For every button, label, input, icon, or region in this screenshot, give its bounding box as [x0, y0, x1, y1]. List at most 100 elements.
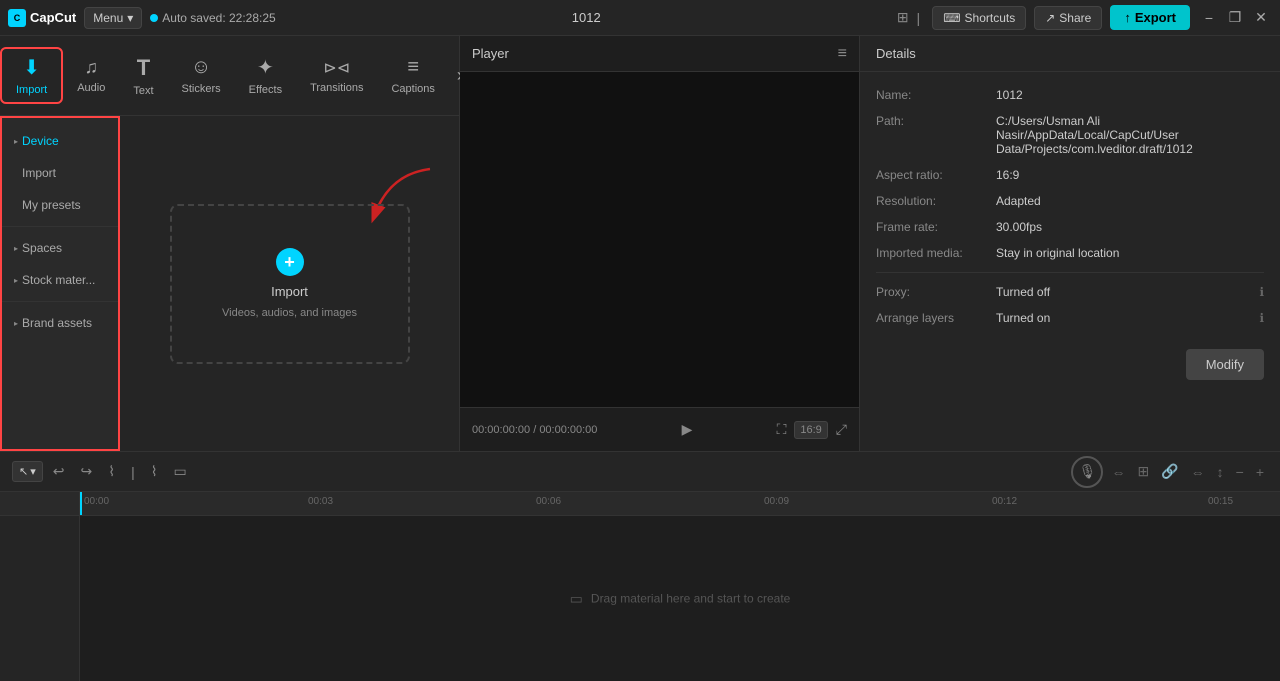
import-sublabel: Videos, audios, and images [222, 307, 357, 319]
sidebar-label-brand: Brand assets [22, 316, 92, 330]
autosave-text: Auto saved: 22:28:25 [162, 11, 275, 25]
audio-icon: ♫ [85, 57, 99, 78]
lock-button[interactable]: 🔗 [1157, 459, 1182, 484]
play-button[interactable]: ▶ [682, 421, 693, 438]
import-drop-zone[interactable]: + Import Videos, audios, and images [170, 204, 410, 364]
tab-stickers-label: Stickers [182, 83, 221, 95]
maximize-button[interactable]: ❐ [1224, 7, 1246, 29]
player-title: Player [472, 46, 509, 61]
titlebar: C CapCut Menu ▾ Auto saved: 22:28:25 101… [0, 0, 1280, 36]
path-label: Path: [876, 114, 996, 128]
magnet-button[interactable]: ⊞ [1133, 459, 1153, 484]
sidebar-label-presets: My presets [22, 198, 81, 212]
aspect-value: 16:9 [996, 168, 1264, 182]
close-button[interactable]: ✕ [1250, 7, 1272, 29]
player-controls: 00:00:00:00 / 00:00:00:00 ▶ ⛶ 16:9 ⤢ [460, 407, 859, 451]
details-title: Details [876, 46, 916, 61]
sidebar-label-import: Import [22, 166, 56, 180]
details-panel: Details Name: 1012 Path: C:/Users/Usman … [860, 36, 1280, 451]
arrange-info-icon[interactable]: ℹ [1259, 311, 1264, 325]
select-tool[interactable]: ↖ ▾ [12, 461, 43, 482]
shortcuts-button[interactable]: ⌨ Shortcuts [932, 6, 1026, 30]
tab-audio[interactable]: ♫ Audio [63, 51, 119, 100]
left-panel: ⬇ Import ♫ Audio T Text ☺ Stickers ✦ Eff… [0, 36, 460, 451]
menu-button[interactable]: Menu ▾ [84, 7, 142, 29]
modify-button[interactable]: Modify [1186, 349, 1264, 380]
tab-import-label: Import [16, 84, 47, 96]
timeline-left: ↖ ▾ ↩ ↪ ⌇ | ⌇ ▭ [12, 459, 193, 484]
resolution-value: Adapted [996, 194, 1264, 208]
undo-button[interactable]: ↩ [47, 459, 71, 484]
detail-framerate-row: Frame rate: 30.00fps [876, 220, 1264, 234]
export-button[interactable]: ↑ Export [1110, 5, 1190, 30]
logo-icon: C [8, 9, 26, 27]
share-button[interactable]: ↗ Share [1034, 6, 1102, 30]
track-drop-area[interactable]: ▭ Drag material here and start to create [80, 516, 1280, 681]
detail-resolution-row: Resolution: Adapted [876, 194, 1264, 208]
tab-captions-label: Captions [391, 83, 434, 95]
stock-arrow: ▸ [14, 276, 18, 285]
details-divider [876, 272, 1264, 273]
arrange-value: Turned on [996, 311, 1255, 325]
zoom-out-button[interactable]: − [1232, 460, 1248, 484]
details-header: Details [860, 36, 1280, 72]
fullscreen-button[interactable]: ⤢ [836, 421, 847, 439]
tab-import[interactable]: ⬇ Import [0, 47, 63, 104]
sidebar-item-brand[interactable]: ▸ Brand assets [2, 308, 118, 338]
mic-button[interactable]: 🎙 [1071, 456, 1103, 488]
crop-button[interactable]: ▭ [168, 459, 193, 484]
transitions-icon: ⊳⊲ [323, 58, 350, 78]
timeline-right: 🎙 ⇔ ⊞ 🔗 ⇔ ↕ − + [1071, 456, 1268, 488]
tab-audio-label: Audio [77, 82, 105, 94]
detail-media-row: Imported media: Stay in original locatio… [876, 246, 1264, 260]
resolution-label: Resolution: [876, 194, 996, 208]
framerate-value: 30.00fps [996, 220, 1264, 234]
detail-path-row: Path: C:/Users/Usman Ali Nasir/AppData/L… [876, 114, 1264, 156]
link-button[interactable]: ⇔ [1107, 460, 1129, 484]
sidebar-item-spaces[interactable]: ▸ Spaces [2, 233, 118, 263]
ruler-label [0, 492, 79, 516]
titlebar-left: C CapCut Menu ▾ Auto saved: 22:28:25 [8, 7, 276, 29]
minimize-button[interactable]: − [1198, 7, 1220, 29]
tab-stickers[interactable]: ☺ Stickers [168, 50, 235, 101]
spaces-arrow: ▸ [14, 244, 18, 253]
player-menu-button[interactable]: ≡ [838, 45, 847, 63]
select-chevron: ▾ [30, 465, 36, 478]
split-right-button[interactable]: | [125, 460, 141, 484]
detail-arrange-row: Arrange layers Turned on ℹ [876, 311, 1264, 325]
name-label: Name: [876, 88, 996, 102]
tab-effects[interactable]: ✦ Effects [235, 49, 296, 102]
time-current: 00:00:00:00 [472, 424, 530, 436]
ruler-mark-1: 00:03 [308, 496, 333, 507]
ruler-mark-5: 00:15 [1208, 496, 1233, 507]
split-left-button[interactable]: ⌇ [102, 459, 121, 484]
ruler-mark-2: 00:06 [536, 496, 561, 507]
collapse-button[interactable]: ⇔ [1187, 460, 1209, 484]
sidebar-item-import[interactable]: Import [2, 158, 118, 188]
media-value: Stay in original location [996, 246, 1264, 260]
player-viewport [460, 72, 859, 407]
import-label: Import [271, 284, 308, 299]
titlebar-right: ⊞ | ⌨ Shortcuts ↗ Share ↑ Export − ❐ ✕ [897, 5, 1272, 30]
trim-button[interactable]: ⌇ [145, 459, 164, 484]
details-content: Name: 1012 Path: C:/Users/Usman Ali Nasi… [860, 72, 1280, 451]
tab-captions[interactable]: ≡ Captions [377, 50, 448, 101]
zoom-in-button[interactable]: + [1252, 460, 1268, 484]
tab-transitions[interactable]: ⊳⊲ Transitions [296, 52, 377, 100]
sidebar-divider [2, 226, 118, 227]
sidebar-nav: ▸ Device Import My presets ▸ Spaces ▸ St… [0, 116, 120, 451]
layout-icon[interactable]: ⊞ [897, 9, 909, 26]
sidebar-item-device[interactable]: ▸ Device [2, 126, 118, 156]
ruler-mark-0: 00:00 [84, 496, 109, 507]
fit-button[interactable]: ⛶ [777, 421, 787, 439]
redo-button[interactable]: ↪ [74, 459, 98, 484]
sidebar-item-presets[interactable]: My presets [2, 190, 118, 220]
window-controls: − ❐ ✕ [1198, 7, 1272, 29]
proxy-info-icon[interactable]: ℹ [1259, 285, 1264, 299]
sidebar-item-stock[interactable]: ▸ Stock mater... [2, 265, 118, 295]
tab-text-label: Text [133, 85, 153, 97]
layers-button[interactable]: ↕ [1213, 460, 1228, 484]
aspect-ratio-button[interactable]: 16:9 [794, 421, 827, 439]
tab-text[interactable]: T Text [119, 49, 167, 103]
export-icon: ↑ [1124, 10, 1131, 25]
